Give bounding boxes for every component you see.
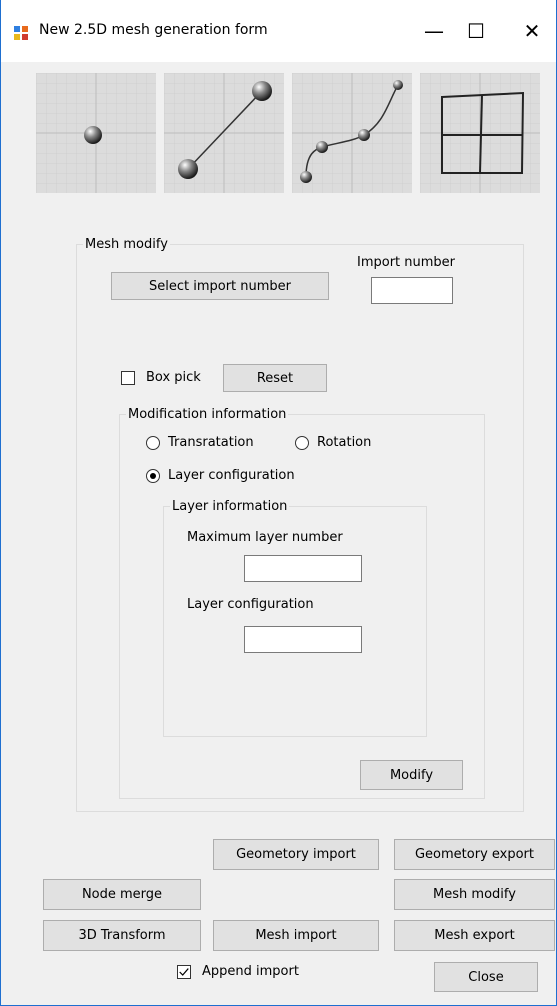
mesh-grid-icon: [420, 73, 540, 193]
maximize-button[interactable]: ☐: [453, 8, 499, 54]
line-geometry-icon: [164, 73, 284, 193]
form-client-area: Mesh modify Select import number Import …: [1, 62, 556, 1005]
transratation-label: Transratation: [168, 435, 254, 450]
append-import-label: Append import: [202, 964, 299, 979]
mesh-grid-button[interactable]: [420, 73, 540, 193]
mesh-export-button[interactable]: Mesh export: [394, 920, 555, 951]
layer-configuration-radio[interactable]: [146, 469, 160, 483]
point-geometry-icon: [36, 73, 156, 193]
layer-configuration-radio-label: Layer configuration: [168, 468, 295, 483]
append-import-checkbox[interactable]: [177, 965, 191, 979]
minimize-button[interactable]: —: [411, 8, 457, 54]
maximum-layer-number-field[interactable]: [244, 555, 362, 582]
box-pick-checkbox[interactable]: [121, 371, 135, 385]
app-icon: [14, 26, 28, 40]
import-number-label: Import number: [357, 255, 456, 270]
box-pick-label: Box pick: [146, 370, 201, 385]
mesh-generation-window: New 2.5D mesh generation form — ☐ ✕ Mesh…: [0, 0, 557, 1006]
window-title: New 2.5D mesh generation form: [39, 22, 268, 38]
check-icon: [179, 968, 189, 976]
layer-configuration-field[interactable]: [244, 626, 362, 653]
line-geometry-button[interactable]: [164, 73, 284, 193]
layer-configuration-label: Layer configuration: [187, 597, 314, 612]
rotation-label: Rotation: [317, 435, 372, 450]
modify-button[interactable]: Modify: [360, 760, 463, 790]
node-merge-button[interactable]: Node merge: [43, 879, 201, 910]
transratation-radio[interactable]: [146, 436, 160, 450]
close-icon: ✕: [523, 19, 541, 43]
title-bar[interactable]: New 2.5D mesh generation form — ☐ ✕: [1, 0, 556, 62]
rotation-radio[interactable]: [295, 436, 309, 450]
mesh-modify-legend: Mesh modify: [83, 237, 170, 252]
modification-information-legend: Modification information: [126, 407, 289, 422]
maximum-layer-number-label: Maximum layer number: [187, 530, 343, 545]
close-window-button[interactable]: ✕: [509, 8, 555, 54]
curve-geometry-button[interactable]: [292, 73, 412, 193]
curve-geometry-icon: [292, 73, 412, 193]
maximize-icon: ☐: [467, 19, 485, 43]
geometry-import-button[interactable]: Geometory import: [213, 839, 379, 870]
mesh-import-button[interactable]: Mesh import: [213, 920, 379, 951]
import-number-field[interactable]: [371, 277, 453, 304]
3d-transform-button[interactable]: 3D Transform: [43, 920, 201, 951]
minimize-icon: —: [424, 19, 444, 43]
mesh-modify-button[interactable]: Mesh modify: [394, 879, 555, 910]
reset-button[interactable]: Reset: [223, 364, 327, 392]
geometry-export-button[interactable]: Geometory export: [394, 839, 555, 870]
select-import-number-button[interactable]: Select import number: [111, 272, 329, 300]
layer-information-legend: Layer information: [170, 499, 290, 514]
close-button[interactable]: Close: [434, 962, 538, 992]
point-geometry-button[interactable]: [36, 73, 156, 193]
